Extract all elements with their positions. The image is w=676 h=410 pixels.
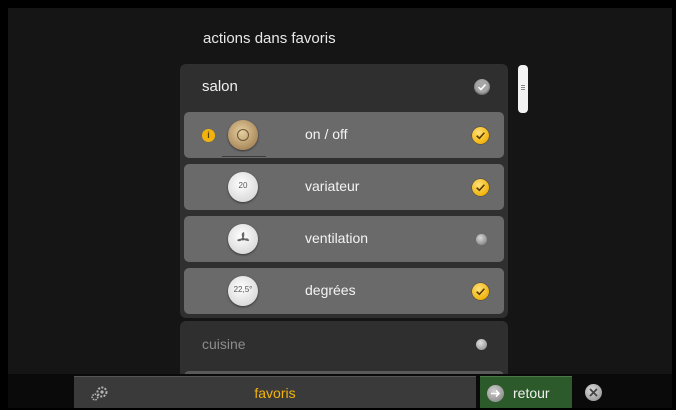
checked-icon[interactable] <box>472 127 489 144</box>
page-title: actions dans favoris <box>203 30 336 47</box>
room-panel-salon: salon i on / off ◂▸ 20 variateur <box>180 64 508 318</box>
list-item-ventilation[interactable]: ventilation <box>184 216 504 262</box>
room-check-icon[interactable] <box>474 79 490 95</box>
fan-icon <box>228 224 258 254</box>
unchecked-icon[interactable] <box>476 234 487 245</box>
arrow-right-icon <box>487 385 504 402</box>
checked-icon[interactable] <box>472 179 489 196</box>
back-label: retour <box>513 385 550 401</box>
favorites-label: favoris <box>254 385 296 401</box>
info-icon[interactable]: i <box>202 129 215 142</box>
close-icon[interactable] <box>585 384 602 401</box>
scrollbar[interactable] <box>518 65 528 113</box>
dimmer-value: 20 <box>238 181 248 190</box>
divider <box>222 156 266 157</box>
back-button[interactable]: retour <box>480 376 572 408</box>
unchecked-icon[interactable] <box>476 339 487 350</box>
checked-icon[interactable] <box>472 283 489 300</box>
room-label: salon <box>202 78 238 95</box>
room-label: cuisine <box>202 336 246 352</box>
dimmer-icon: 20 <box>228 172 258 202</box>
thermostat-icon: 22,5° <box>228 276 258 306</box>
item-label: variateur <box>305 178 360 194</box>
item-label: ventilation <box>305 230 369 246</box>
item-label: on / off <box>305 126 348 142</box>
room-panel-cuisine[interactable]: cuisine <box>180 321 508 381</box>
favorites-bar[interactable]: favoris <box>74 376 476 408</box>
list-item-on-off[interactable]: i on / off <box>184 112 504 158</box>
thermostat-value: 22,5° <box>233 285 253 294</box>
list-item-degrees[interactable]: 22,5° degrées <box>184 268 504 314</box>
room-header-salon[interactable]: salon <box>180 64 508 110</box>
screen: actions dans favoris salon i on / off ◂▸ <box>8 8 672 408</box>
list-item-variateur[interactable]: ◂▸ 20 variateur <box>184 164 504 210</box>
scrollbar-grip-icon[interactable] <box>521 85 525 86</box>
power-toggle-icon <box>228 120 258 150</box>
item-label: degrées <box>305 282 356 298</box>
